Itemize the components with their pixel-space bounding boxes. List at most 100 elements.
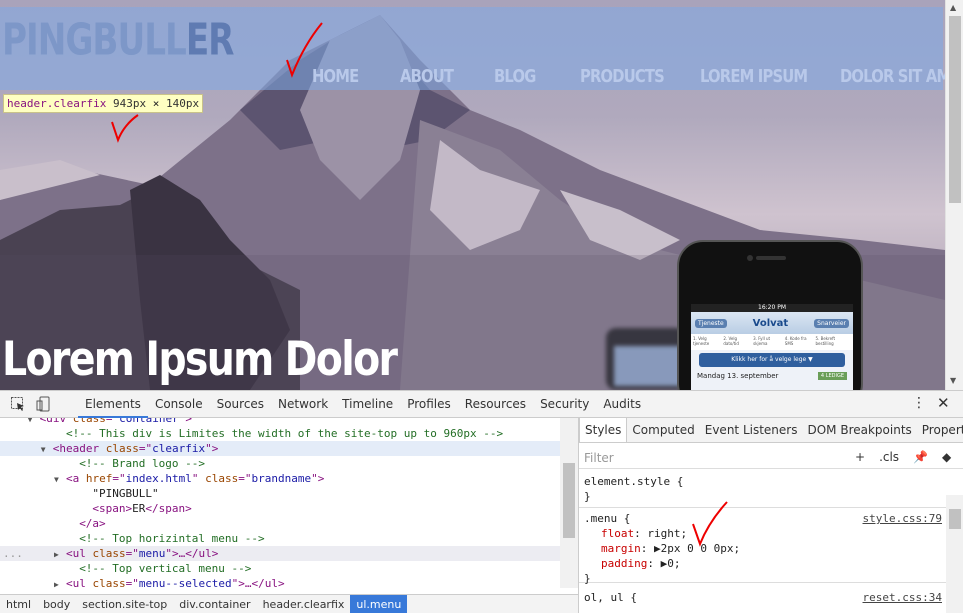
dom-token: =" bbox=[112, 472, 126, 485]
rule-selector-row: ol, ul {reset.css:34 bbox=[579, 586, 946, 605]
styles-scrollbar[interactable] bbox=[946, 495, 963, 613]
page-viewport[interactable]: PINGBULLER HOME ABOUT BLOG PRODUCTS LORE… bbox=[0, 0, 945, 390]
menu-item-dolor-sit-amet[interactable]: DOLOR SIT AMET bbox=[840, 66, 945, 87]
device-mode-icon[interactable] bbox=[36, 396, 52, 412]
tree-scrollbar-thumb[interactable] bbox=[563, 463, 575, 538]
dom-token: class bbox=[72, 418, 106, 425]
menu-item-products[interactable]: PRODUCTS bbox=[580, 66, 678, 87]
menu-item-lorem-ipsum[interactable]: LOREM IPSUM bbox=[700, 66, 815, 87]
page-scrollbar[interactable]: ▲ ▼ bbox=[945, 0, 963, 390]
tree-scrollbar[interactable] bbox=[560, 418, 578, 588]
dom-tree-node[interactable]: <span>ER</span> bbox=[0, 501, 560, 516]
tab-dom-breakpoints[interactable]: DOM Breakpoints bbox=[802, 418, 916, 442]
phone-secondary-image bbox=[606, 328, 686, 390]
scroll-up-arrow-icon[interactable]: ▲ bbox=[950, 3, 956, 12]
breadcrumb-item[interactable]: body bbox=[37, 595, 76, 613]
tooltip-selector: header.clearfix bbox=[7, 97, 107, 110]
phone-step: 3. Fyll ut skjema bbox=[753, 336, 771, 346]
property-value: right; bbox=[647, 527, 688, 540]
tab-properties[interactable]: Properties bbox=[917, 418, 963, 442]
dom-token: "> bbox=[178, 418, 192, 425]
breadcrumb-item[interactable]: header.clearfix bbox=[257, 595, 351, 613]
style-property[interactable]: margin: ▶2px 0 0 0px; bbox=[579, 541, 946, 556]
dom-token: <!-- Top vertical menu --> bbox=[79, 562, 252, 575]
cls-button[interactable]: .cls bbox=[879, 450, 899, 464]
tooltip-unit: px bbox=[185, 97, 200, 110]
tab-computed[interactable]: Computed bbox=[627, 418, 699, 442]
more-options-icon[interactable]: ⋮ bbox=[912, 395, 926, 411]
style-property[interactable]: padding: ▶0; bbox=[579, 556, 946, 571]
dom-tree-node[interactable]: "PINGBULL" bbox=[0, 486, 560, 501]
devtools-toolbar: Elements Console Sources Network Timelin… bbox=[0, 391, 963, 418]
rule-source-link[interactable]: style.css:79 bbox=[863, 511, 942, 526]
dom-tree-node[interactable]: <!-- Top horizintal menu --> bbox=[0, 531, 560, 546]
styles-filter-input[interactable]: Filter + .cls 📌 ◆ bbox=[579, 445, 963, 469]
dom-token: menu--selected bbox=[138, 577, 232, 588]
tab-console[interactable]: Console bbox=[148, 391, 210, 418]
color-format-icon[interactable]: ◆ bbox=[942, 450, 951, 464]
style-property[interactable]: float: right; bbox=[579, 526, 946, 541]
dom-tree-node[interactable]: ▼ <div class="container"> bbox=[0, 418, 560, 426]
tab-resources[interactable]: Resources bbox=[458, 391, 533, 418]
rule-element-style[interactable]: element.style { } bbox=[579, 472, 946, 508]
dom-tree-node[interactable]: <!-- This div is Limites the width of th… bbox=[0, 426, 560, 441]
tab-timeline[interactable]: Timeline bbox=[335, 391, 400, 418]
tab-elements[interactable]: Elements bbox=[78, 391, 148, 418]
add-rule-button[interactable]: + bbox=[855, 450, 865, 464]
tab-sources[interactable]: Sources bbox=[210, 391, 271, 418]
dom-tree-node[interactable]: <!-- Brand logo --> bbox=[0, 456, 560, 471]
collapse-arrow-icon[interactable]: ▶ bbox=[54, 547, 66, 562]
breadcrumb-item[interactable]: div.container bbox=[173, 595, 256, 613]
expand-arrow-icon[interactable]: ▼ bbox=[41, 442, 53, 457]
breadcrumb-item-current[interactable]: ul.menu bbox=[350, 595, 408, 613]
scroll-down-arrow-icon[interactable]: ▼ bbox=[950, 376, 956, 385]
rule-source-link[interactable]: reset.css:34 bbox=[863, 590, 942, 605]
phone-status-time: 16:20 PM bbox=[691, 304, 853, 312]
rule-menu[interactable]: .menu {style.css:79 float: right; margin… bbox=[579, 511, 946, 585]
inspect-element-icon[interactable] bbox=[10, 396, 26, 412]
tab-security[interactable]: Security bbox=[533, 391, 596, 418]
rule-close: } bbox=[584, 490, 591, 503]
dom-token: <header bbox=[52, 442, 106, 455]
dom-tree-node[interactable]: ▼ <a href="index.html" class="brandname"> bbox=[0, 471, 560, 486]
tab-network[interactable]: Network bbox=[271, 391, 335, 418]
menu-item-about[interactable]: ABOUT bbox=[400, 66, 477, 87]
phone-image: 16:20 PM Tjeneste Volvat Snarveier 1. Ve… bbox=[677, 240, 863, 390]
dom-tree-node[interactable]: ▶ <ul class="menu">…</ul>... bbox=[0, 546, 560, 561]
phone-step: 4. Kode fra SMS bbox=[784, 336, 807, 346]
breadcrumb-item[interactable]: section.site-top bbox=[76, 595, 173, 613]
tab-styles[interactable]: Styles bbox=[579, 418, 628, 442]
top-menu: HOME ABOUT BLOG PRODUCTS LOREM IPSUM DOL… bbox=[312, 66, 945, 87]
dom-token: <!-- Brand logo --> bbox=[79, 457, 206, 470]
dom-tree-node[interactable]: <!-- Top vertical menu --> bbox=[0, 561, 560, 576]
inspector-tooltip: header.clearfix 943px × 140px bbox=[3, 94, 204, 113]
phone-speaker bbox=[756, 256, 786, 260]
collapse-arrow-icon[interactable]: ▶ bbox=[54, 577, 66, 588]
dom-tree-node[interactable]: </a> bbox=[0, 516, 560, 531]
tab-profiles[interactable]: Profiles bbox=[400, 391, 458, 418]
elements-tree[interactable]: ▼ <div class="container"> <!-- This div is… bbox=[0, 418, 560, 588]
dom-tree-node[interactable]: ▼ <header class="clearfix"> bbox=[0, 441, 560, 456]
dom-token: menu bbox=[138, 547, 166, 560]
dom-token: ">…</ul> bbox=[165, 547, 219, 560]
page-scrollbar-thumb[interactable] bbox=[949, 16, 961, 203]
expand-arrow-icon[interactable]: ▼ bbox=[54, 472, 66, 487]
styles-scrollbar-thumb[interactable] bbox=[949, 509, 961, 529]
dom-token: brandname bbox=[251, 472, 312, 485]
close-icon[interactable]: ✕ bbox=[937, 394, 950, 412]
tooltip-width: 943 bbox=[112, 97, 133, 110]
devtools-tabs: Elements Console Sources Network Timelin… bbox=[78, 391, 648, 418]
dom-tree-node[interactable]: ▶ <ul class="menu--selected">…</ul> bbox=[0, 576, 560, 588]
dom-token: class bbox=[105, 442, 139, 455]
pin-icon[interactable]: 📌 bbox=[913, 450, 928, 464]
phone-logo: Volvat bbox=[752, 317, 789, 329]
dom-token: " bbox=[191, 472, 206, 485]
brand-logo[interactable]: PINGBULLER bbox=[2, 14, 235, 65]
dom-token: =" bbox=[238, 472, 252, 485]
tab-event-listeners[interactable]: Event Listeners bbox=[700, 418, 803, 442]
tab-audits[interactable]: Audits bbox=[596, 391, 648, 418]
breadcrumb-item[interactable]: html bbox=[0, 595, 37, 613]
rule-ol-ul[interactable]: ol, ul {reset.css:34 bbox=[579, 586, 946, 613]
menu-item-blog[interactable]: BLOG bbox=[494, 66, 565, 87]
dom-token: <!-- Top horizintal menu --> bbox=[79, 532, 265, 545]
